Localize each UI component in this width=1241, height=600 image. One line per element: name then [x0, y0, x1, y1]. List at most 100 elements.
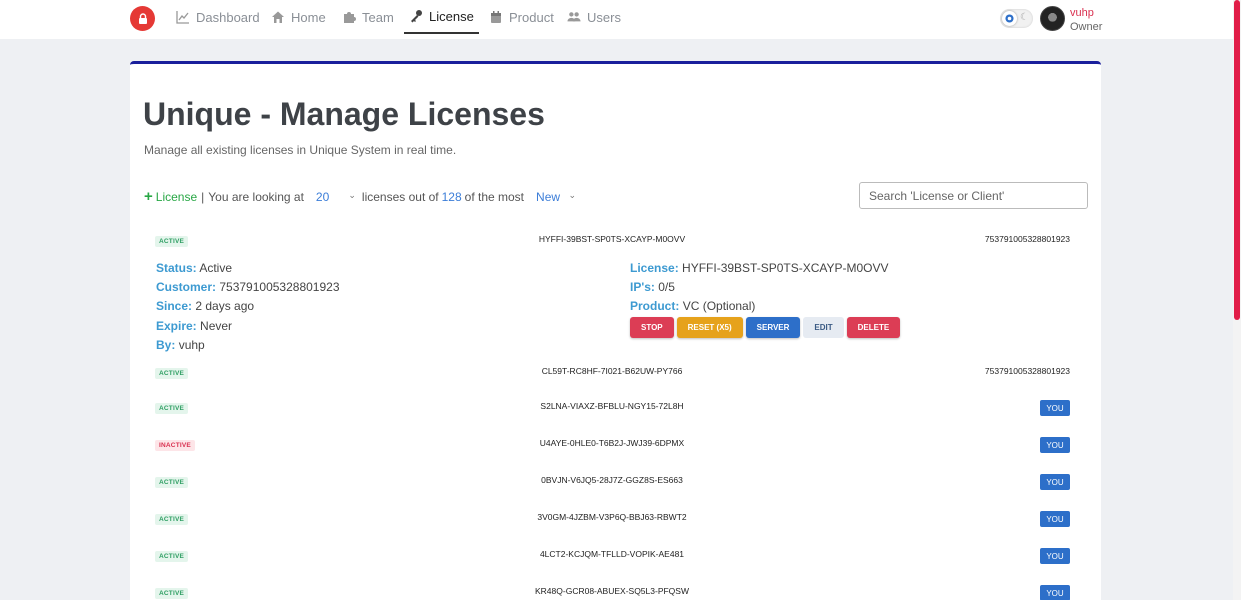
- licenses-card: Unique - Manage Licenses Manage all exis…: [130, 61, 1101, 600]
- license-key[interactable]: 0BVJN-V6JQ5-28J7Z-GGZ8S-ES663: [512, 475, 712, 485]
- detail-product: Product: VC (Optional): [630, 299, 755, 313]
- nav-dashboard[interactable]: Dashboard: [176, 0, 260, 34]
- filter-bar: + License | You are looking at 20 ⌄ lice…: [144, 188, 576, 205]
- license-key[interactable]: HYFFI-39BST-SP0TS-XCAYP-M0OVV: [512, 234, 712, 244]
- status-badge: ACTIVE: [155, 514, 189, 525]
- search-input[interactable]: [859, 182, 1088, 209]
- you-badge[interactable]: YOU: [1040, 474, 1070, 490]
- status-badge: ACTIVE: [155, 368, 189, 379]
- you-badge[interactable]: YOU: [1040, 548, 1070, 564]
- detail-ips-label: IP's:: [630, 280, 655, 294]
- license-key[interactable]: S2LNA-VIAXZ-BFBLU-NGY15-72L8H: [512, 401, 712, 411]
- calendar-icon: [491, 11, 501, 23]
- detail-since: Since: 2 days ago: [156, 299, 254, 313]
- nav-users[interactable]: Users: [567, 0, 621, 34]
- detail-product-value: VC (Optional): [682, 299, 756, 313]
- you-badge[interactable]: YOU: [1040, 585, 1070, 600]
- license-key[interactable]: KR48Q-GCR08-ABUEX-SQ5L3-PFQSW: [512, 586, 712, 596]
- detail-status-label: Status:: [156, 261, 197, 275]
- chart-line-icon: [176, 11, 189, 24]
- server-button[interactable]: SERVER: [745, 317, 801, 338]
- add-license-label: License: [155, 189, 198, 204]
- nav-team[interactable]: Team: [342, 0, 394, 34]
- detail-license: License: HYFFI-39BST-SP0TS-XCAYP-M0OVV: [630, 261, 889, 275]
- detail-by: By: vuhp: [156, 338, 205, 352]
- page-scrollbar[interactable]: [1233, 0, 1241, 600]
- moon-icon: ☾: [1020, 12, 1029, 23]
- license-key[interactable]: 3V0GM-4JZBM-V3P6Q-BBJ63-RBWT2: [512, 512, 712, 522]
- you-badge[interactable]: YOU: [1040, 400, 1070, 416]
- detail-ips: IP's: 0/5: [630, 280, 675, 294]
- status-badge: INACTIVE: [155, 440, 195, 451]
- detail-customer: Customer: 753791005328801923: [156, 280, 340, 294]
- chevron-down-icon: ⌄: [348, 189, 356, 200]
- add-license-button[interactable]: + License: [144, 188, 197, 205]
- detail-expire-value: Never: [200, 319, 233, 333]
- nav-license[interactable]: License: [404, 0, 479, 34]
- user-name[interactable]: vuhp: [1070, 7, 1094, 19]
- avatar[interactable]: [1040, 6, 1065, 31]
- puzzle-icon: [344, 12, 356, 23]
- page-size-value: 20: [315, 189, 330, 204]
- detail-product-label: Product:: [630, 299, 680, 313]
- detail-customer-value: 753791005328801923: [219, 280, 340, 294]
- sun-icon: [1002, 11, 1017, 26]
- owner-id: 753791005328801923: [984, 366, 1070, 376]
- status-badge: ACTIVE: [155, 477, 189, 488]
- page-subtitle: Manage all existing licenses in Unique S…: [144, 143, 457, 157]
- license-key[interactable]: U4AYE-0HLE0-T6B2J-JWJ39-6DPMX: [512, 438, 712, 448]
- key-icon: [411, 10, 422, 23]
- detail-customer-label: Customer:: [156, 280, 217, 294]
- nav-team-label: Team: [362, 9, 394, 25]
- status-badge: ACTIVE: [155, 236, 189, 247]
- license-key[interactable]: CL59T-RC8HF-7I021-B62UW-PY766: [512, 366, 712, 376]
- users-icon: [567, 12, 581, 22]
- edit-button[interactable]: EDIT: [803, 317, 844, 338]
- you-badge[interactable]: YOU: [1040, 437, 1070, 453]
- detail-by-label: By:: [156, 338, 176, 352]
- nav-product-label: Product: [509, 9, 554, 25]
- nav-users-label: Users: [587, 9, 621, 25]
- detail-status-value: Active: [199, 261, 233, 275]
- nav-home-label: Home: [291, 9, 326, 25]
- delete-button[interactable]: DELETE: [846, 317, 901, 338]
- filter-text-most: of the most: [464, 189, 525, 204]
- detail-license-value: HYFFI-39BST-SP0TS-XCAYP-M0OVV: [682, 261, 889, 275]
- license-key[interactable]: 4LCT2-KCJQM-TFLLD-VOPIK-AE481: [512, 549, 712, 559]
- detail-license-label: License:: [630, 261, 679, 275]
- sort-value: New: [536, 189, 561, 204]
- owner-id: 753791005328801923: [984, 234, 1070, 244]
- stop-button[interactable]: STOP: [630, 317, 674, 338]
- status-badge: ACTIVE: [155, 403, 189, 414]
- detail-since-value: 2 days ago: [195, 299, 255, 313]
- reset-button[interactable]: RESET (X5): [676, 317, 743, 338]
- page-size-select[interactable]: 20 ⌄: [316, 190, 356, 204]
- user-role: Owner: [1070, 21, 1103, 33]
- nav-dashboard-label: Dashboard: [196, 9, 260, 25]
- detail-since-label: Since:: [156, 299, 193, 313]
- page-title: Unique - Manage Licenses: [143, 96, 545, 132]
- filter-text-out-of: licenses out of: [361, 189, 439, 204]
- lock-logo-icon[interactable]: [130, 6, 155, 31]
- status-badge: ACTIVE: [155, 588, 189, 599]
- top-navbar: Dashboard Home Team License Product User…: [0, 0, 1233, 39]
- scrollbar-thumb[interactable]: [1234, 0, 1240, 320]
- detail-by-value: vuhp: [178, 338, 205, 352]
- detail-expire: Expire: Never: [156, 319, 232, 333]
- home-icon: [272, 11, 284, 23]
- plus-icon: +: [144, 188, 153, 205]
- detail-status: Status: Active: [156, 261, 232, 275]
- chevron-down-icon: ⌄: [568, 189, 577, 200]
- total-count: 128: [441, 189, 462, 204]
- you-badge[interactable]: YOU: [1040, 511, 1070, 527]
- nav-product[interactable]: Product: [489, 0, 554, 34]
- filter-separator: |: [201, 189, 205, 204]
- sort-select[interactable]: New ⌄: [536, 190, 576, 204]
- detail-ips-value: 0/5: [658, 280, 675, 294]
- status-badge: ACTIVE: [155, 551, 189, 562]
- theme-toggle[interactable]: ☾: [1000, 9, 1033, 28]
- detail-expire-label: Expire:: [156, 319, 197, 333]
- filter-text-looking: You are looking at: [208, 189, 304, 204]
- nav-license-label: License: [429, 8, 474, 24]
- nav-home[interactable]: Home: [271, 0, 326, 34]
